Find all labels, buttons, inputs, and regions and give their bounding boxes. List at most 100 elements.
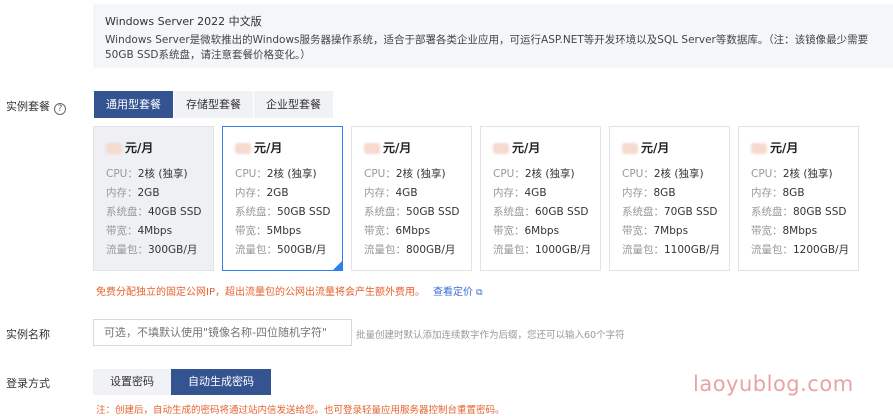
spec-key: 流量包： bbox=[364, 244, 406, 256]
spec-value: 6Mbps bbox=[395, 225, 431, 237]
card-price: 元/月 bbox=[751, 139, 846, 157]
package-card-6[interactable]: 元/月 CPU：2核 (独享) 内存：8GB 系统盘：80GB SSD 带宽：8… bbox=[738, 126, 859, 271]
tab-storage-package[interactable]: 存储型套餐 bbox=[174, 91, 253, 118]
spec-key: 带宽： bbox=[235, 225, 267, 237]
package-card-5[interactable]: 元/月 CPU：2核 (独享) 内存：8GB 系统盘：70GB SSD 带宽：7… bbox=[609, 126, 730, 271]
spec-key: 内存： bbox=[751, 187, 783, 199]
package-card-2[interactable]: 元/月 CPU：2核 (独享) 内存：2GB 系统盘：50GB SSD 带宽：5… bbox=[222, 126, 343, 271]
instance-name-input[interactable] bbox=[93, 319, 352, 346]
set-password-button[interactable]: 设置密码 bbox=[93, 369, 171, 395]
spec-cpu: CPU：2核 (独享) bbox=[751, 165, 846, 184]
spec-value: 1100GB/月 bbox=[664, 244, 721, 256]
image-info-box: Windows Server 2022 中文版 Windows Server是微… bbox=[93, 4, 893, 68]
spec-key: 流量包： bbox=[235, 244, 277, 256]
help-icon[interactable]: ? bbox=[54, 103, 66, 115]
spec-key: 流量包： bbox=[493, 244, 535, 256]
spec-traffic: 流量包：500GB/月 bbox=[235, 241, 330, 260]
spec-value: 2GB bbox=[137, 187, 160, 199]
spec-mem: 内存：4GB bbox=[364, 184, 459, 203]
package-card-4[interactable]: 元/月 CPU：2核 (独享) 内存：4GB 系统盘：60GB SSD 带宽：6… bbox=[480, 126, 601, 271]
blurred-price bbox=[364, 142, 380, 154]
traffic-note-text: 免费分配独立的固定公网IP，超出流量包的公网出流量将会产生额外费用。 bbox=[96, 287, 425, 298]
spec-bandwidth: 带宽：5Mbps bbox=[235, 222, 330, 241]
spec-key: 内存： bbox=[235, 187, 267, 199]
blurred-price bbox=[751, 142, 767, 154]
spec-value: 800GB/月 bbox=[406, 244, 456, 256]
spec-traffic: 流量包：300GB/月 bbox=[106, 241, 201, 260]
price-unit: 元/月 bbox=[254, 141, 283, 155]
spec-value: 8GB bbox=[653, 187, 676, 199]
view-pricing-link[interactable]: 查看定价 ⧉ bbox=[433, 287, 483, 298]
spec-key: CPU： bbox=[235, 168, 267, 180]
spec-key: 系统盘： bbox=[493, 206, 535, 218]
spec-value: 50GB SSD bbox=[406, 206, 460, 218]
spec-key: CPU： bbox=[106, 168, 138, 180]
package-card-1[interactable]: 元/月 CPU：2核 (独享) 内存：2GB 系统盘：40GB SSD 带宽：4… bbox=[93, 126, 214, 271]
card-price: 元/月 bbox=[106, 139, 201, 157]
spec-value: 8Mbps bbox=[782, 225, 818, 237]
external-link-icon: ⧉ bbox=[476, 288, 483, 298]
spec-value: 4GB bbox=[524, 187, 547, 199]
spec-key: CPU： bbox=[364, 168, 396, 180]
price-unit: 元/月 bbox=[125, 141, 154, 155]
spec-value: 70GB SSD bbox=[664, 206, 718, 218]
spec-value: 2核 (独享) bbox=[782, 168, 833, 180]
spec-key: 带宽： bbox=[364, 225, 396, 237]
spec-value: 60GB SSD bbox=[535, 206, 589, 218]
spec-key: CPU： bbox=[493, 168, 525, 180]
spec-key: 带宽： bbox=[622, 225, 654, 237]
spec-mem: 内存：2GB bbox=[106, 184, 201, 203]
price-unit: 元/月 bbox=[641, 141, 670, 155]
spec-bandwidth: 带宽：4Mbps bbox=[106, 222, 201, 241]
spec-value: 2核 (独享) bbox=[266, 168, 317, 180]
spec-disk: 系统盘：70GB SSD bbox=[622, 203, 717, 222]
selected-check-icon bbox=[332, 260, 343, 271]
spec-disk: 系统盘：80GB SSD bbox=[751, 203, 846, 222]
spec-value: 5Mbps bbox=[266, 225, 302, 237]
spec-cpu: CPU：2核 (独享) bbox=[106, 165, 201, 184]
spec-key: 内存： bbox=[364, 187, 396, 199]
blurred-price bbox=[235, 142, 251, 154]
spec-value: 7Mbps bbox=[653, 225, 689, 237]
spec-value: 2核 (独享) bbox=[137, 168, 188, 180]
price-unit: 元/月 bbox=[383, 141, 412, 155]
card-price: 元/月 bbox=[622, 139, 717, 157]
spec-value: 1000GB/月 bbox=[535, 244, 592, 256]
spec-value: 6Mbps bbox=[524, 225, 560, 237]
spec-traffic: 流量包：1100GB/月 bbox=[622, 241, 721, 260]
auto-generate-password-button[interactable]: 自动生成密码 bbox=[171, 369, 271, 395]
spec-value: 80GB SSD bbox=[793, 206, 847, 218]
spec-mem: 内存：8GB bbox=[751, 184, 846, 203]
instance-name-label: 实例名称 bbox=[6, 328, 50, 341]
spec-value: 40GB SSD bbox=[148, 206, 202, 218]
login-method-options: 设置密码 自动生成密码 bbox=[93, 369, 271, 395]
image-title: Windows Server 2022 中文版 bbox=[105, 15, 262, 28]
spec-cpu: CPU：2核 (独享) bbox=[622, 165, 717, 184]
spec-key: 带宽： bbox=[751, 225, 783, 237]
spec-key: 带宽： bbox=[106, 225, 138, 237]
spec-key: 系统盘： bbox=[751, 206, 793, 218]
spec-cpu: CPU：2核 (独享) bbox=[364, 165, 459, 184]
spec-mem: 内存：4GB bbox=[493, 184, 588, 203]
spec-cpu: CPU：2核 (独享) bbox=[493, 165, 588, 184]
package-card-3[interactable]: 元/月 CPU：2核 (独享) 内存：4GB 系统盘：50GB SSD 带宽：6… bbox=[351, 126, 472, 271]
spec-key: 流量包： bbox=[106, 244, 148, 256]
view-pricing-text: 查看定价 bbox=[432, 287, 473, 298]
spec-value: 4GB bbox=[395, 187, 418, 199]
spec-key: 系统盘： bbox=[235, 206, 277, 218]
spec-key: CPU： bbox=[622, 168, 654, 180]
blurred-price bbox=[106, 142, 122, 154]
blurred-price bbox=[493, 142, 509, 154]
card-price: 元/月 bbox=[493, 139, 588, 157]
blurred-price bbox=[622, 142, 638, 154]
spec-key: 流量包： bbox=[622, 244, 664, 256]
spec-bandwidth: 带宽：8Mbps bbox=[751, 222, 846, 241]
spec-bandwidth: 带宽：6Mbps bbox=[493, 222, 588, 241]
tab-general-package[interactable]: 通用型套餐 bbox=[94, 91, 173, 118]
spec-key: 系统盘： bbox=[106, 206, 148, 218]
spec-value: 50GB SSD bbox=[277, 206, 331, 218]
instance-name-hint: 批量创建时默认添加连续数字作为后缀，您还可以输入60个字符 bbox=[356, 330, 625, 341]
spec-mem: 内存：2GB bbox=[235, 184, 330, 203]
tab-enterprise-package[interactable]: 企业型套餐 bbox=[254, 91, 333, 118]
spec-value: 2核 (独享) bbox=[395, 168, 446, 180]
